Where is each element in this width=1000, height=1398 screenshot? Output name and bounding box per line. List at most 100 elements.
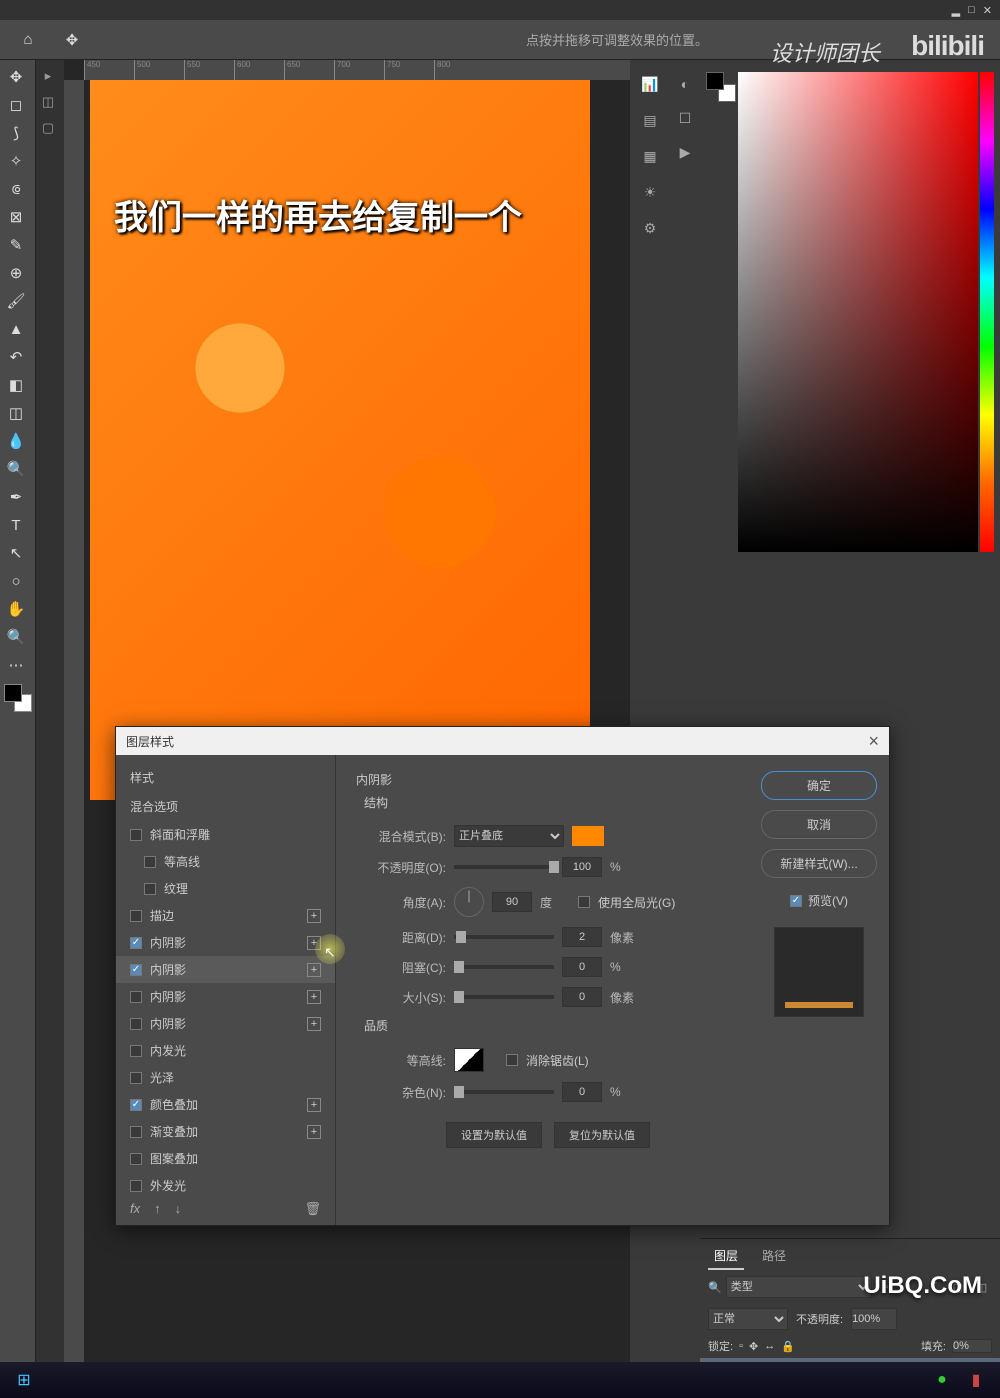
add-instance-icon[interactable]: + [307,1125,321,1139]
blending-options[interactable]: 混合选项 [116,792,335,821]
foreground-color-swatch[interactable] [4,684,22,702]
shape-tool-icon[interactable]: ○ [0,568,32,594]
trash-icon[interactable]: 🗑 [304,1201,321,1217]
style-item-6[interactable]: 内阴影+ [116,983,335,1010]
frame-tool-icon[interactable]: ⊠ [0,204,32,230]
style-item-9[interactable]: 光泽 [116,1064,335,1091]
contour-picker[interactable] [454,1048,484,1072]
style-item-12[interactable]: 图案叠加 [116,1145,335,1172]
blur-tool-icon[interactable]: 💧 [0,428,32,454]
opacity-input[interactable] [562,857,602,877]
minimize-icon[interactable]: ▂ [952,4,960,17]
expand-icon[interactable]: ▸ [36,64,60,88]
add-instance-icon[interactable]: + [307,963,321,977]
swatches-icon[interactable]: ◐ [673,72,697,96]
lock-artboard-icon[interactable]: ↔ [764,1340,775,1352]
style-checkbox[interactable] [130,1045,142,1057]
hue-slider[interactable] [980,72,994,552]
style-checkbox[interactable] [144,883,156,895]
ok-button[interactable]: 确定 [761,771,877,800]
style-checkbox[interactable]: ✓ [130,937,142,949]
start-icon[interactable]: ⊞ [12,1368,36,1392]
style-checkbox[interactable] [130,1153,142,1165]
move-tool-icon[interactable]: ✥ [0,64,32,90]
shadow-color-swatch[interactable] [572,826,604,846]
style-checkbox[interactable] [144,856,156,868]
preview-checkbox[interactable]: ✓ [790,895,802,907]
cancel-button[interactable]: 取消 [761,810,877,839]
style-item-11[interactable]: 渐变叠加+ [116,1118,335,1145]
global-light-checkbox[interactable] [578,896,590,908]
style-checkbox[interactable]: ✓ [130,1099,142,1111]
style-checkbox[interactable]: ✓ [130,964,142,976]
lock-pixels-icon[interactable]: ▫ [739,1340,743,1352]
brush-tool-icon[interactable]: 🖌 [0,288,32,314]
style-checkbox[interactable] [130,910,142,922]
move-down-icon[interactable]: ↓ [175,1201,182,1217]
fx-icon[interactable]: fx [130,1201,140,1217]
size-input[interactable] [562,987,602,1007]
history-brush-icon[interactable]: ↶ [0,344,32,370]
home-icon[interactable]: ⌂ [12,27,44,53]
quickmask-icon[interactable]: ◫ [36,90,60,114]
saturation-value-field[interactable] [738,72,978,552]
style-item-4[interactable]: ✓内阴影+ [116,929,335,956]
style-checkbox[interactable] [130,991,142,1003]
zoom-tool-icon[interactable]: 🔍 [0,624,32,650]
wand-tool-icon[interactable]: ✧ [0,148,32,174]
wechat-icon[interactable]: ● [930,1368,954,1392]
lock-position-icon[interactable]: ✥ [749,1340,758,1353]
style-checkbox[interactable] [130,1180,142,1192]
libraries-icon[interactable]: ☐ [673,106,697,130]
add-instance-icon[interactable]: + [307,990,321,1004]
opacity-input[interactable] [851,1308,897,1330]
gradient-tool-icon[interactable]: ◫ [0,400,32,426]
current-color-swatch[interactable] [706,72,730,96]
tab-layers[interactable]: 图层 [708,1243,744,1270]
properties-icon[interactable]: ⚙ [638,216,662,240]
eraser-tool-icon[interactable]: ◧ [0,372,32,398]
screenmode-icon[interactable]: ▢ [36,116,60,140]
style-checkbox[interactable] [130,1126,142,1138]
add-instance-icon[interactable]: + [307,1017,321,1031]
path-tool-icon[interactable]: ↖ [0,540,32,566]
reset-default-button[interactable]: 复位为默认值 [554,1122,650,1148]
add-instance-icon[interactable]: + [307,936,321,950]
dialog-titlebar[interactable]: 图层样式 × [116,727,889,755]
style-item-3[interactable]: 描边+ [116,902,335,929]
antialias-checkbox[interactable] [506,1054,518,1066]
filter-type-select[interactable]: 类型 [726,1276,872,1298]
stamp-tool-icon[interactable]: ▲ [0,316,32,342]
search-icon[interactable]: 🔍 [708,1281,722,1294]
tray-icon[interactable]: ▮ [964,1368,988,1392]
new-style-button[interactable]: 新建样式(W)... [761,849,877,878]
close-icon[interactable]: × [868,731,879,752]
noise-input[interactable] [562,1082,602,1102]
style-item-7[interactable]: 内阴影+ [116,1010,335,1037]
more-tools-icon[interactable]: ⋯ [0,652,32,678]
actions-icon[interactable]: ▶ [673,140,697,164]
type-tool-icon[interactable]: T [0,512,32,538]
info-icon[interactable]: ▤ [638,108,662,132]
move-tool-icon[interactable]: ✥ [56,27,88,53]
style-item-13[interactable]: 外发光 [116,1172,335,1193]
distance-slider[interactable] [454,935,554,939]
crop-tool-icon[interactable]: ⟃ [0,176,32,202]
move-up-icon[interactable]: ↑ [154,1201,161,1217]
style-checkbox[interactable] [130,1072,142,1084]
choke-input[interactable] [562,957,602,977]
maximize-icon[interactable]: □ [968,4,975,16]
make-default-button[interactable]: 设置为默认值 [446,1122,542,1148]
style-checkbox[interactable] [130,829,142,841]
hand-tool-icon[interactable]: ✋ [0,596,32,622]
angle-input[interactable] [492,892,532,912]
lock-all-icon[interactable]: 🔒 [781,1340,795,1353]
opacity-slider[interactable] [454,865,554,869]
distance-input[interactable] [562,927,602,947]
style-item-1[interactable]: 等高线 [116,848,335,875]
add-instance-icon[interactable]: + [307,1098,321,1112]
style-item-10[interactable]: ✓颜色叠加+ [116,1091,335,1118]
tab-paths[interactable]: 路径 [756,1243,792,1270]
size-slider[interactable] [454,995,554,999]
dodge-tool-icon[interactable]: 🔍 [0,456,32,482]
